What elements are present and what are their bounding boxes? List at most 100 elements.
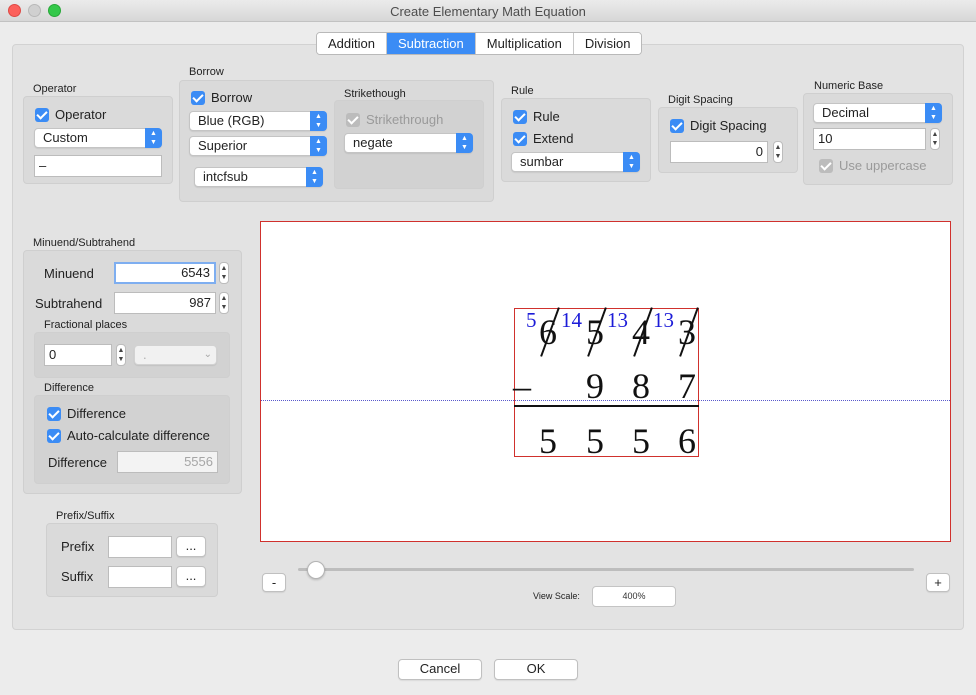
checkbox-check-icon [346,112,360,127]
checkbox-check-icon [819,158,833,173]
borrow-position-popup[interactable]: Superior ▲ ▼ [189,136,327,156]
numeric-base-input[interactable]: 10 [813,128,926,150]
popup-arrows-icon: ▲ ▼ [925,103,942,123]
use-uppercase-checkbox[interactable]: Use uppercase [819,158,926,173]
decimal-separator-popup[interactable]: . ⌄ [134,345,217,365]
difference-group-label: Difference [44,382,94,394]
result-digit: 5 [586,421,604,461]
checkbox-check-icon [191,90,205,105]
popup-arrows-icon: ▲ ▼ [145,128,162,148]
minuend-stepper[interactable]: ▲ ▼ [219,262,229,284]
operator-style-value: Custom [43,130,88,145]
checkbox-check-icon [513,109,527,124]
suffix-input[interactable] [108,566,172,588]
borrow-group-label: Borrow [189,66,224,78]
fractional-places-input[interactable]: 0 [44,344,112,366]
extend-checkbox[interactable]: Extend [513,131,573,146]
suffix-label: Suffix [61,569,94,584]
prefix-ellipsis-button[interactable]: ... [176,536,206,557]
result-digit: 5 [632,421,650,461]
subtrahend-input[interactable]: 987 [114,292,216,314]
tab-addition[interactable]: Addition [317,33,387,54]
strikethrough-checkbox[interactable]: Strikethrough [346,112,443,127]
digit-spacing-input[interactable]: 0 [670,141,768,163]
numeric-base-stepper[interactable]: ▲ ▼ [930,128,940,150]
borrow-position-value: Superior [198,138,248,153]
ok-button[interactable]: OK [494,659,578,680]
rule-checkbox-label: Rule [533,109,560,124]
operator-checkbox-label: Operator [55,107,107,122]
popup-arrows-icon: ▲ ▼ [310,111,327,131]
result-digit: 5 [539,421,557,461]
operator-group-label: Operator [33,83,77,95]
rule-style-value: sumbar [520,154,564,169]
difference-output: 5556 [117,451,218,473]
rule-style-popup[interactable]: sumbar ▲ ▼ [511,152,640,172]
digit-spacing-group-label: Digit Spacing [668,94,733,106]
checkbox-check-icon [47,428,61,443]
view-scale-slider[interactable] [298,568,914,571]
use-uppercase-label: Use uppercase [839,158,927,173]
prefix-label: Prefix [61,539,95,554]
subtrahend-stepper[interactable]: ▲ ▼ [219,292,229,314]
borrow-checkbox[interactable]: Borrow [191,90,252,105]
checkbox-check-icon [513,131,527,146]
window-title: Create Elementary Math Equation [390,4,586,19]
popup-arrows-icon: ▲ ▼ [306,167,323,187]
view-scale-label: View Scale: [533,591,580,601]
rule-checkbox[interactable]: Rule [513,109,560,124]
numeric-base-group-label: Numeric Base [814,80,884,92]
prefix-input[interactable] [108,536,172,558]
operator-checkbox[interactable]: Operator [35,107,106,122]
chevron-down-icon: ⌄ [203,349,212,360]
title-bar: Create Elementary Math Equation [0,0,976,22]
view-scale-value: 400% [592,586,676,607]
cancel-button[interactable]: Cancel [398,659,482,680]
borrow-color-value: Blue (RGB) [198,113,265,128]
strikethrough-style-popup[interactable]: negate ▲ ▼ [344,133,473,153]
difference-checkbox[interactable]: Difference [47,406,126,421]
operation-tabs: Addition Subtraction Multiplication Divi… [316,32,643,55]
extend-checkbox-label: Extend [533,131,574,146]
digit-spacing-checkbox-label: Digit Spacing [690,118,767,133]
zoom-in-button[interactable]: + [926,573,950,592]
prefix-suffix-group-label: Prefix/Suffix [56,510,115,522]
operator-symbol-input[interactable]: – [34,155,162,177]
auto-calculate-checkbox[interactable]: Auto-calculate difference [47,428,210,443]
checkbox-check-icon [35,107,49,122]
borrow-mark: 13 [653,308,674,332]
digit-spacing-group [658,107,798,173]
tab-multiplication[interactable]: Multiplication [475,33,574,54]
numeric-base-popup[interactable]: Decimal ▲ ▼ [813,103,942,123]
subtrahend-digit: 9 [586,366,604,406]
view-scale-slider-knob[interactable] [307,561,325,579]
borrow-command-value: intcfsub [203,169,248,184]
suffix-ellipsis-button[interactable]: ... [176,566,206,587]
equation-preview: 6 5 4 3 5 14 13 13 – 9 8 7 5 5 5 6 [260,221,951,542]
popup-arrows-icon: ▲ ▼ [310,136,327,156]
operator-style-popup[interactable]: Custom ▲ ▼ [34,128,162,148]
strikethrough-style-value: negate [353,135,393,150]
borrow-color-popup[interactable]: Blue (RGB) ▲ ▼ [189,111,327,131]
fractional-places-stepper[interactable]: ▲ ▼ [116,344,126,366]
digit-spacing-stepper[interactable]: ▲ ▼ [773,141,783,163]
strikethrough-group-label: Strikethough [344,88,406,100]
popup-arrows-icon: ▲ ▼ [456,133,473,153]
zoom-out-button[interactable]: - [262,573,286,592]
borrow-command-popup[interactable]: intcfsub ▲ ▼ [194,167,323,187]
subtrahend-digit: 8 [632,366,650,406]
minuend-input[interactable]: 6543 [114,262,216,284]
tab-division[interactable]: Division [573,33,642,54]
minuend-subtrahend-group-label: Minuend/Subtrahend [33,237,136,249]
digit-spacing-checkbox[interactable]: Digit Spacing [670,118,767,133]
borrow-mark: 14 [561,308,582,332]
checkbox-check-icon [47,406,61,421]
minuend-label: Minuend [44,266,94,281]
borrow-mark: 13 [607,308,628,332]
fractional-places-label: Fractional places [44,319,128,331]
tab-subtraction[interactable]: Subtraction [386,33,476,54]
decimal-separator-value: . [143,347,147,362]
rule-group-label: Rule [511,85,534,97]
minus-sign: – [513,366,531,406]
sum-bar-rule [514,405,699,407]
